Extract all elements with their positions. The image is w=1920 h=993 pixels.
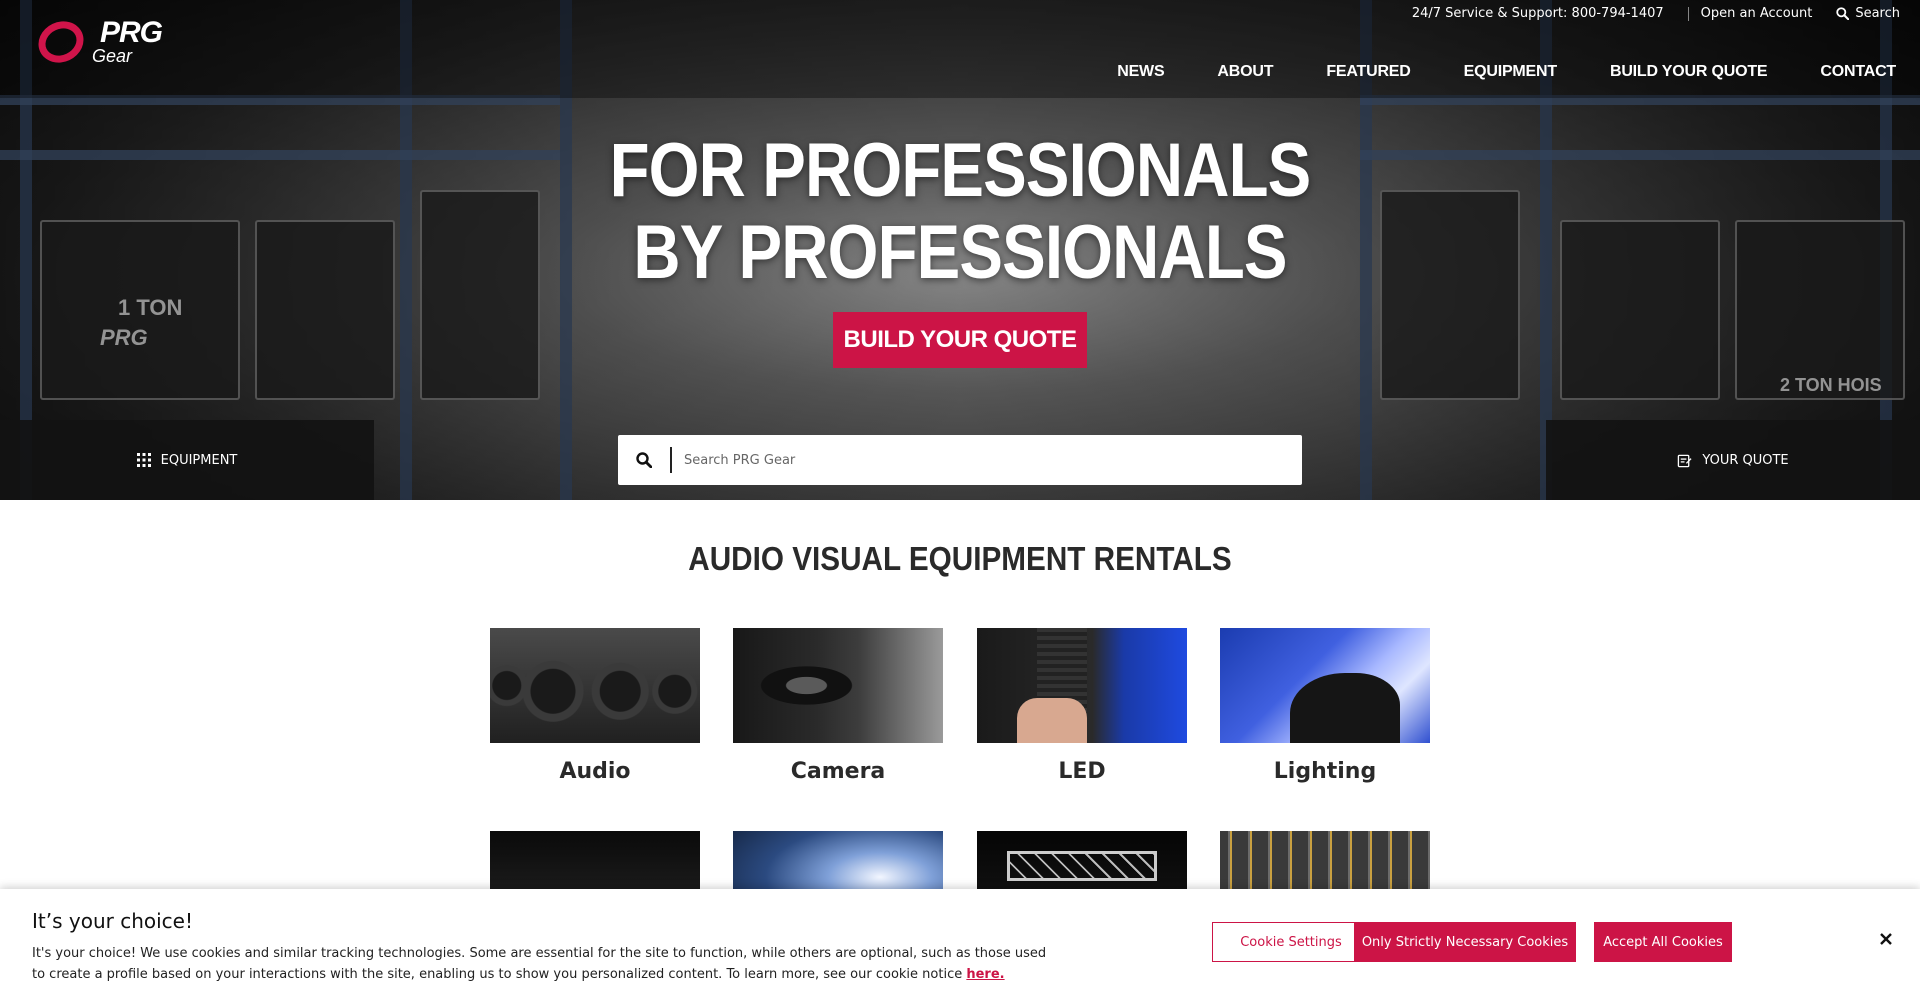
logo-primary-text: PRG — [100, 16, 163, 49]
category-label: Audio — [559, 759, 631, 784]
hero-banner: 1 TON PRG 2 TON HOIS PRG Gear 24/7 Servi… — [0, 0, 1920, 500]
search-icon — [1836, 7, 1850, 20]
search-submit-button[interactable] — [618, 452, 670, 468]
nav-equipment[interactable]: EQUIPMENT — [1464, 63, 1558, 81]
crate-label: 1 TON — [118, 295, 183, 320]
audio-image — [490, 628, 700, 743]
nav-featured[interactable]: FEATURED — [1326, 63, 1411, 81]
search-icon — [636, 452, 652, 468]
support-info: 24/7 Service & Support: 800-794-1407 — [1412, 6, 1664, 21]
equipment-menu-label: EQUIPMENT — [160, 452, 238, 468]
section-title: AUDIO VISUAL EQUIPMENT RENTALS — [688, 540, 1232, 577]
cookie-text: It's your choice! We use cookies and sim… — [32, 943, 1052, 985]
category-card-camera[interactable]: Camera — [733, 628, 943, 784]
logo-ring-icon — [31, 14, 91, 70]
cookie-notice-link[interactable]: here. — [966, 967, 1004, 982]
necessary-cookies-button[interactable]: Only Strictly Necessary Cookies — [1354, 922, 1576, 962]
nav-about[interactable]: ABOUT — [1217, 63, 1273, 81]
hero-headline-line1: FOR PROFESSIONALS — [609, 128, 1312, 213]
crate-label: 2 TON HOIS — [1780, 375, 1882, 395]
prg-gear-logo[interactable]: PRG Gear — [31, 14, 178, 70]
category-label: LED — [1058, 759, 1106, 784]
category-card-led[interactable]: LED — [977, 628, 1187, 784]
your-quote-label: YOUR QUOTE — [1702, 452, 1789, 468]
cookie-banner: It’s your choice! It's your choice! We u… — [0, 889, 1920, 993]
category-card-lighting[interactable]: Lighting — [1220, 628, 1430, 784]
equipment-menu-button[interactable]: EQUIPMENT — [0, 420, 374, 500]
category-label: Lighting — [1273, 759, 1377, 784]
camera-image — [733, 628, 943, 743]
support-phone[interactable]: 800-794-1407 — [1572, 6, 1664, 21]
category-label: Camera — [790, 759, 886, 784]
nav-build-your-quote[interactable]: BUILD YOUR QUOTE — [1610, 63, 1768, 81]
utility-bar: 24/7 Service & Support: 800-794-1407 Ope… — [1412, 6, 1900, 21]
search-input[interactable] — [684, 452, 1302, 468]
logo-secondary-text: Gear — [92, 46, 133, 66]
close-icon[interactable] — [1874, 927, 1898, 951]
search-divider — [670, 447, 672, 473]
build-your-quote-button[interactable]: BUILD YOUR QUOTE — [833, 312, 1087, 368]
category-card-audio[interactable]: Audio — [490, 628, 700, 784]
main-nav: NEWS ABOUT FEATURED EQUIPMENT BUILD YOUR… — [1064, 63, 1896, 81]
search-link[interactable]: Search — [1836, 6, 1900, 21]
nav-news[interactable]: NEWS — [1117, 63, 1164, 81]
open-account-link[interactable]: Open an Account — [1701, 6, 1813, 21]
cookie-title: It’s your choice! — [32, 909, 193, 933]
search-link-label: Search — [1855, 6, 1900, 21]
fixture-decoration — [1290, 673, 1400, 743]
led-image — [977, 628, 1187, 743]
hero-headline-line2: BY PROFESSIONALS — [633, 210, 1287, 295]
nav-contact[interactable]: CONTACT — [1820, 63, 1896, 81]
grid-icon — [136, 453, 151, 467]
truss-decoration — [1007, 851, 1157, 881]
quote-clipboard-icon — [1678, 454, 1692, 467]
cookie-body: It's your choice! We use cookies and sim… — [32, 946, 1047, 982]
support-label: 24/7 Service & Support: — [1411, 6, 1568, 21]
cookie-settings-button[interactable]: Cookie Settings — [1212, 922, 1370, 962]
lighting-image — [1220, 628, 1430, 743]
crate-label: PRG — [100, 325, 148, 350]
accept-cookies-button[interactable]: Accept All Cookies — [1594, 922, 1732, 962]
divider — [1687, 6, 1689, 21]
hero-headline: FOR PROFESSIONALS BY PROFESSIONALS — [134, 130, 1785, 294]
site-search-box — [618, 435, 1302, 485]
your-quote-button[interactable]: YOUR QUOTE — [1546, 420, 1920, 500]
hand-decoration — [1017, 698, 1087, 743]
